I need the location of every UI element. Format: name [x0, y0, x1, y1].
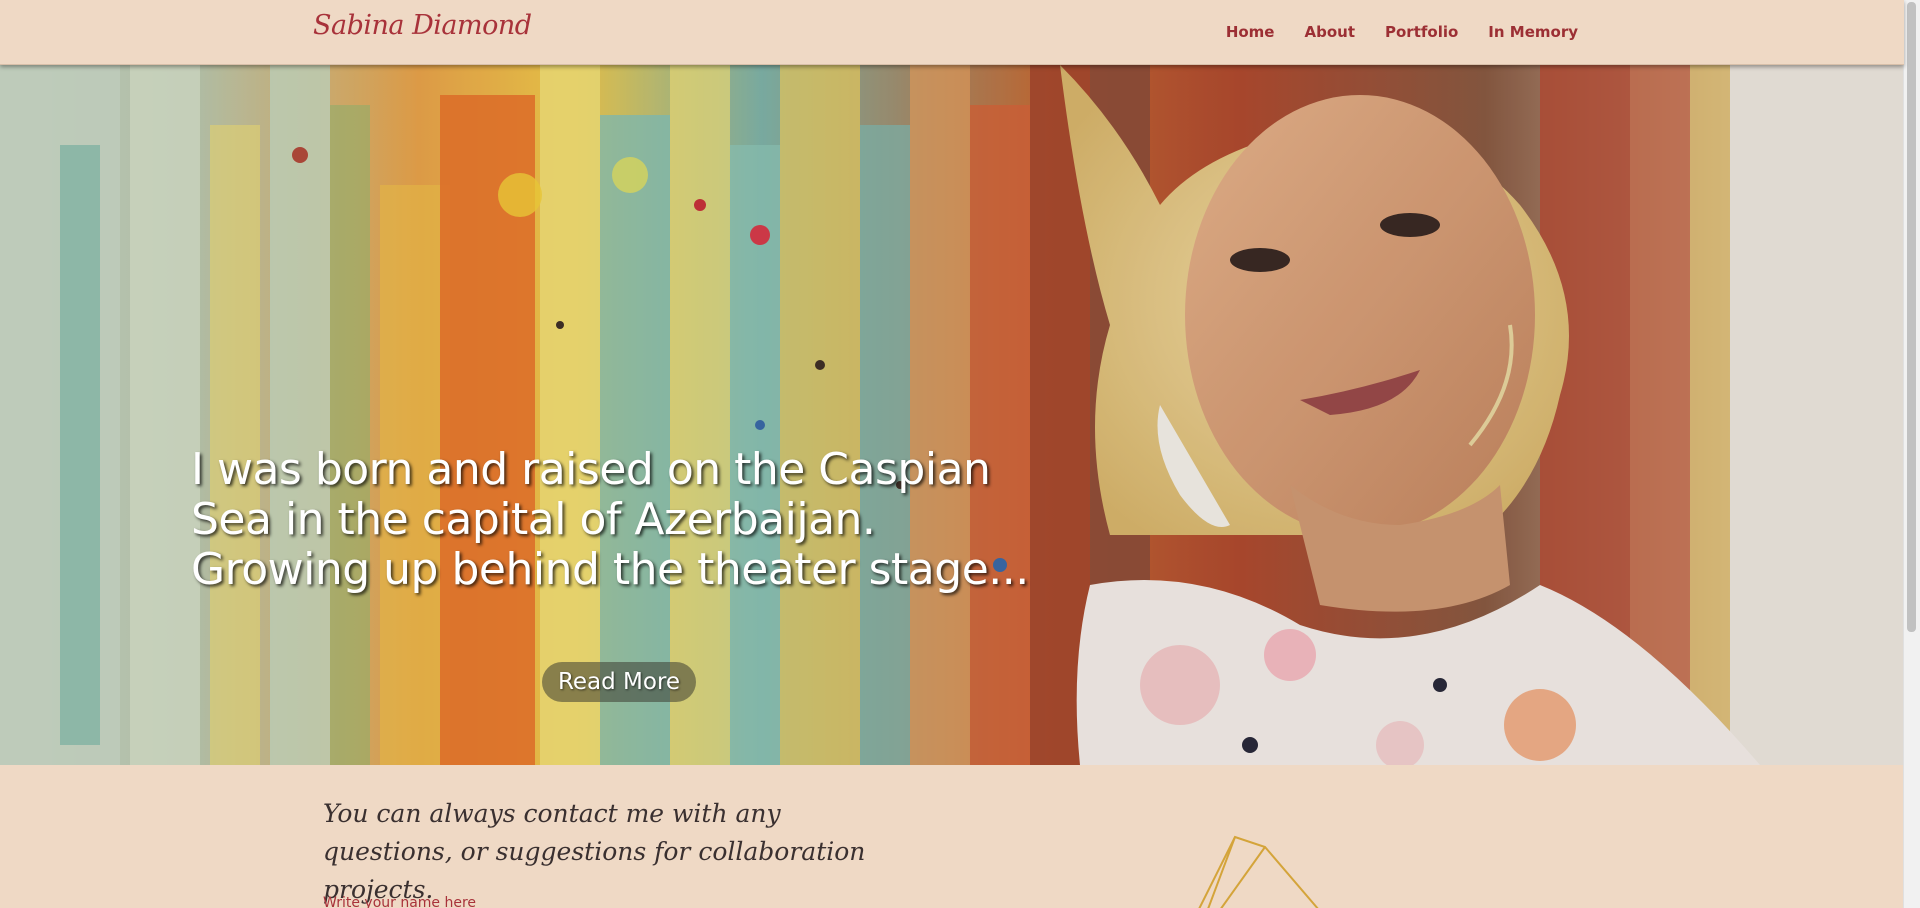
hero-headline: I was born and raised on the Caspian Sea… [191, 444, 1029, 595]
hero-banner: I was born and raised on the Caspian Sea… [0, 65, 1904, 765]
geometric-decoration-icon [1198, 835, 1319, 908]
page-scrollbar[interactable] [1903, 0, 1920, 908]
nav-about[interactable]: About [1304, 23, 1355, 41]
abstract-painting-image [0, 65, 1904, 765]
name-field-label: Write your name here [323, 895, 477, 908]
main-nav: Home About Portfolio In Memory [1226, 23, 1578, 41]
page: Sabina Diamond Home About Portfolio In M… [0, 0, 1920, 908]
scrollbar-thumb[interactable] [1907, 2, 1916, 632]
nav-home[interactable]: Home [1226, 23, 1275, 41]
nav-portfolio[interactable]: Portfolio [1385, 23, 1458, 41]
navbar: Sabina Diamond Home About Portfolio In M… [0, 0, 1904, 65]
read-more-button[interactable]: Read More [542, 662, 696, 702]
brand-logo[interactable]: Sabina Diamond [313, 10, 532, 41]
contact-section: You can always contact me with any quest… [0, 765, 1904, 908]
nav-in-memory[interactable]: In Memory [1488, 23, 1578, 41]
contact-intro: You can always contact me with any quest… [323, 799, 866, 904]
